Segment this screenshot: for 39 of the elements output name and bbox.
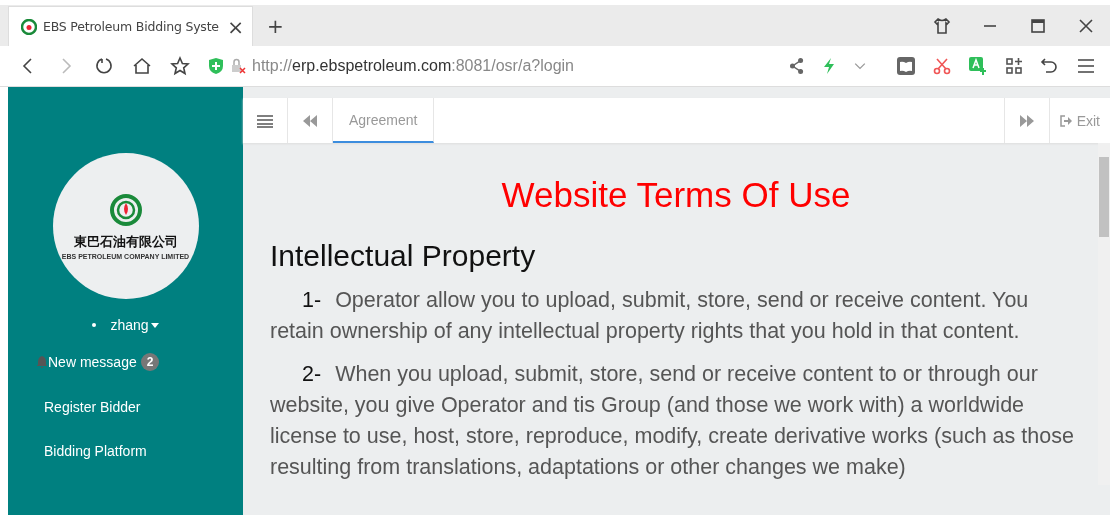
address-field[interactable]: http://erp.ebspetroleum.com:8081/osr/a?login — [252, 57, 574, 75]
maximize-icon[interactable] — [1028, 16, 1048, 36]
sidebar-item[interactable]: Register Bidder — [8, 371, 243, 415]
fast-forward-icon[interactable] — [1019, 114, 1034, 127]
menu-icon[interactable] — [257, 113, 273, 128]
paragraph: 1- Operator allow you to upload, submit, store, send or receive content. You retain ownership of any intellectual property rights that you hold in that content. — [270, 287, 1030, 345]
document-title: Website Terms Of Use — [500, 175, 852, 215]
page-tab[interactable]: Agreement — [333, 98, 435, 143]
message-count: 2 — [140, 353, 160, 371]
lock-icon — [230, 58, 246, 74]
tab-title: EBS Petroleum Bidding Syste — [43, 19, 220, 34]
book-icon[interactable] — [896, 56, 916, 76]
company-name: 東巴石油有限公司 — [73, 232, 178, 251]
new-message-link[interactable]: New message 2 — [8, 333, 243, 371]
reload-icon[interactable] — [94, 56, 114, 76]
menu-icon[interactable] — [1076, 56, 1096, 76]
share-icon[interactable] — [788, 57, 806, 75]
exit-icon — [1059, 114, 1072, 127]
undo-icon[interactable] — [1040, 56, 1060, 76]
star-icon[interactable] — [170, 56, 190, 76]
apps-icon[interactable] — [1004, 56, 1024, 76]
rewind-icon[interactable] — [303, 114, 317, 127]
bell-icon — [36, 355, 48, 369]
user-menu[interactable]: zhang — [110, 317, 149, 333]
logo-icon — [108, 192, 143, 227]
exit-button[interactable]: Exit — [1048, 98, 1110, 143]
close-tab-button[interactable]: × — [227, 16, 244, 37]
browser-tab[interactable]: EBS Petroleum Bidding Syste × — [8, 6, 253, 46]
status-dot — [92, 323, 97, 327]
home-icon[interactable] — [132, 56, 152, 76]
section-heading: Intellectual Property — [270, 239, 537, 273]
scrollbar[interactable] — [1098, 143, 1110, 485]
sidebar-item[interactable]: Bidding Platform — [8, 415, 243, 459]
paragraph: 2- When you upload, submit, store, send or receive content to or through our website, you give Operator and tis Group (and those we work with) a worldwide license to use, host, store, reproduce, modify, create derivative works (such as those resulting from translations, adaptations or other changes we make) — [270, 361, 1075, 481]
shirt-icon[interactable] — [932, 16, 952, 36]
scissors-icon[interactable] — [932, 56, 952, 76]
caret-icon[interactable] — [150, 322, 159, 328]
logo-icon — [21, 18, 37, 35]
new-tab-button[interactable]: + — [267, 16, 284, 36]
